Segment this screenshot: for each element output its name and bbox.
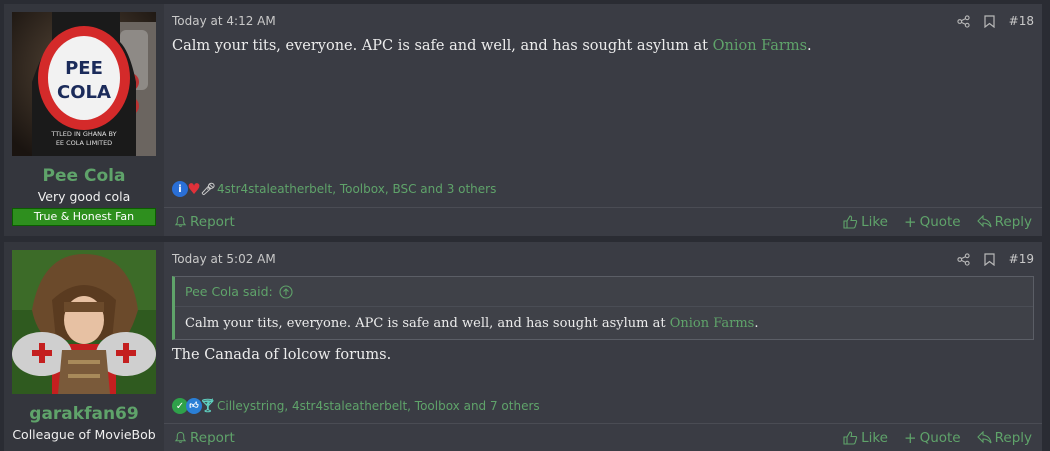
quote-button[interactable]: + Quote (904, 213, 961, 231)
post-main: Today at 5:02 AM #19 Pee Cola said: Calm… (164, 242, 1042, 451)
quote-button[interactable]: + Quote (904, 429, 961, 447)
reactions-bar[interactable]: ✓ 👍︎ 🍸︎ Cilleystring, 4str4staleatherbel… (172, 398, 540, 414)
pee-cola-bottle-image: PEE COLA TTLED IN GHANA BY EE COLA LIMIT… (12, 12, 156, 156)
post-body: The Canada of lolcow forums. (172, 347, 1034, 363)
quote-label: Quote (919, 213, 961, 230)
arrow-up-circle-icon[interactable] (279, 284, 293, 299)
post-19: garakfan69 Colleague of MovieBob Today a… (4, 242, 1042, 451)
post-body: Calm your tits, everyone. APC is safe an… (172, 38, 1034, 54)
reaction-users[interactable]: 4str4staleatherbelt, Toolbox, BSC and 3 … (217, 182, 496, 196)
report-button[interactable]: Report (174, 214, 235, 230)
reply-arrow-icon (976, 215, 992, 228)
avatar[interactable]: PEE COLA TTLED IN GHANA BY EE COLA LIMIT… (12, 12, 156, 156)
post-footer-actions: Like + Quote Reply (843, 213, 1032, 231)
post-footer: Report Like + Quote Reply (164, 423, 1042, 451)
user-title: Very good cola (37, 189, 131, 204)
reaction-icons: i ♥ 🎤︎ (172, 180, 216, 198)
logo-text-2: COLA (57, 82, 111, 103)
reaction-users[interactable]: Cilleystring, 4str4staleatherbelt, Toolb… (217, 399, 540, 413)
user-banner: True & Honest Fan (12, 208, 156, 226)
post-text: Calm your tits, everyone. APC is safe an… (172, 38, 713, 54)
username[interactable]: Pee Cola (43, 166, 126, 186)
like-label: Like (861, 213, 888, 230)
share-icon[interactable] (957, 14, 970, 28)
quote-block: Pee Cola said: Calm your tits, everyone.… (172, 276, 1034, 340)
post-number[interactable]: #18 (1009, 14, 1034, 28)
svg-text:TTLED IN GHANA BY: TTLED IN GHANA BY (50, 130, 116, 138)
onion-farms-link[interactable]: Onion Farms (713, 38, 807, 54)
reactions-bar[interactable]: i ♥ 🎤︎ 4str4staleatherbelt, Toolbox, BSC… (172, 180, 496, 198)
reaction-icons: ✓ 👍︎ 🍸︎ (172, 398, 217, 414)
bookmark-icon[interactable] (984, 252, 995, 266)
report-button[interactable]: Report (174, 430, 235, 446)
bell-icon (174, 215, 187, 227)
user-info: garakfan69 Colleague of MovieBob (4, 242, 164, 451)
quote-text: Calm your tits, everyone. APC is safe an… (185, 315, 670, 331)
quote-label: Quote (919, 429, 961, 446)
like-button[interactable]: Like (843, 214, 888, 230)
post-header: Today at 5:02 AM #19 (172, 250, 1034, 268)
cocktail-icon: 🍸︎ (199, 398, 217, 414)
thumbs-up-icon (843, 214, 858, 229)
microphone-icon: 🎤︎ (200, 182, 216, 196)
reply-button[interactable]: Reply (976, 213, 1032, 230)
reply-label: Reply (994, 213, 1032, 230)
post-header-actions: #19 (957, 252, 1034, 266)
post-text: The Canada of lolcow forums. (172, 347, 392, 363)
post-timestamp[interactable]: Today at 5:02 AM (172, 252, 276, 266)
quote-text-suffix: . (754, 315, 759, 331)
like-button[interactable]: Like (843, 430, 888, 446)
thumbs-up-icon (843, 430, 858, 445)
report-label: Report (190, 213, 235, 230)
svg-text:EE COLA LIMITED: EE COLA LIMITED (56, 139, 112, 147)
bookmark-icon[interactable] (984, 14, 995, 28)
post-18: PEE COLA TTLED IN GHANA BY EE COLA LIMIT… (4, 4, 1042, 236)
post-timestamp[interactable]: Today at 4:12 AM (172, 14, 276, 28)
user-info: PEE COLA TTLED IN GHANA BY EE COLA LIMIT… (4, 4, 164, 236)
plus-icon: + (903, 428, 917, 447)
post-header-actions: #18 (957, 14, 1034, 28)
reply-arrow-icon (976, 431, 992, 444)
garakfan69-avatar-image (12, 250, 156, 394)
post-number[interactable]: #19 (1009, 252, 1034, 266)
like-label: Like (861, 429, 888, 446)
plus-icon: + (903, 212, 917, 231)
username[interactable]: garakfan69 (29, 404, 138, 424)
bell-icon (174, 431, 187, 443)
quote-body: Calm your tits, everyone. APC is safe an… (175, 307, 1033, 339)
post-header: Today at 4:12 AM #18 (172, 12, 1034, 30)
quote-author[interactable]: Pee Cola said: (185, 284, 273, 299)
report-label: Report (190, 429, 235, 446)
avatar[interactable] (12, 250, 156, 394)
quote-header[interactable]: Pee Cola said: (175, 277, 1033, 307)
post-main: Today at 4:12 AM #18 Calm your tits, eve… (164, 4, 1042, 236)
share-icon[interactable] (957, 252, 970, 266)
post-text-suffix: . (807, 38, 812, 54)
post-footer-actions: Like + Quote Reply (843, 429, 1032, 447)
logo-text-1: PEE (65, 58, 103, 79)
reply-button[interactable]: Reply (976, 429, 1032, 446)
reply-label: Reply (994, 429, 1032, 446)
user-title: Colleague of MovieBob (12, 427, 156, 442)
post-footer: Report Like + Quote Reply (164, 207, 1042, 235)
onion-farms-link[interactable]: Onion Farms (670, 316, 755, 331)
